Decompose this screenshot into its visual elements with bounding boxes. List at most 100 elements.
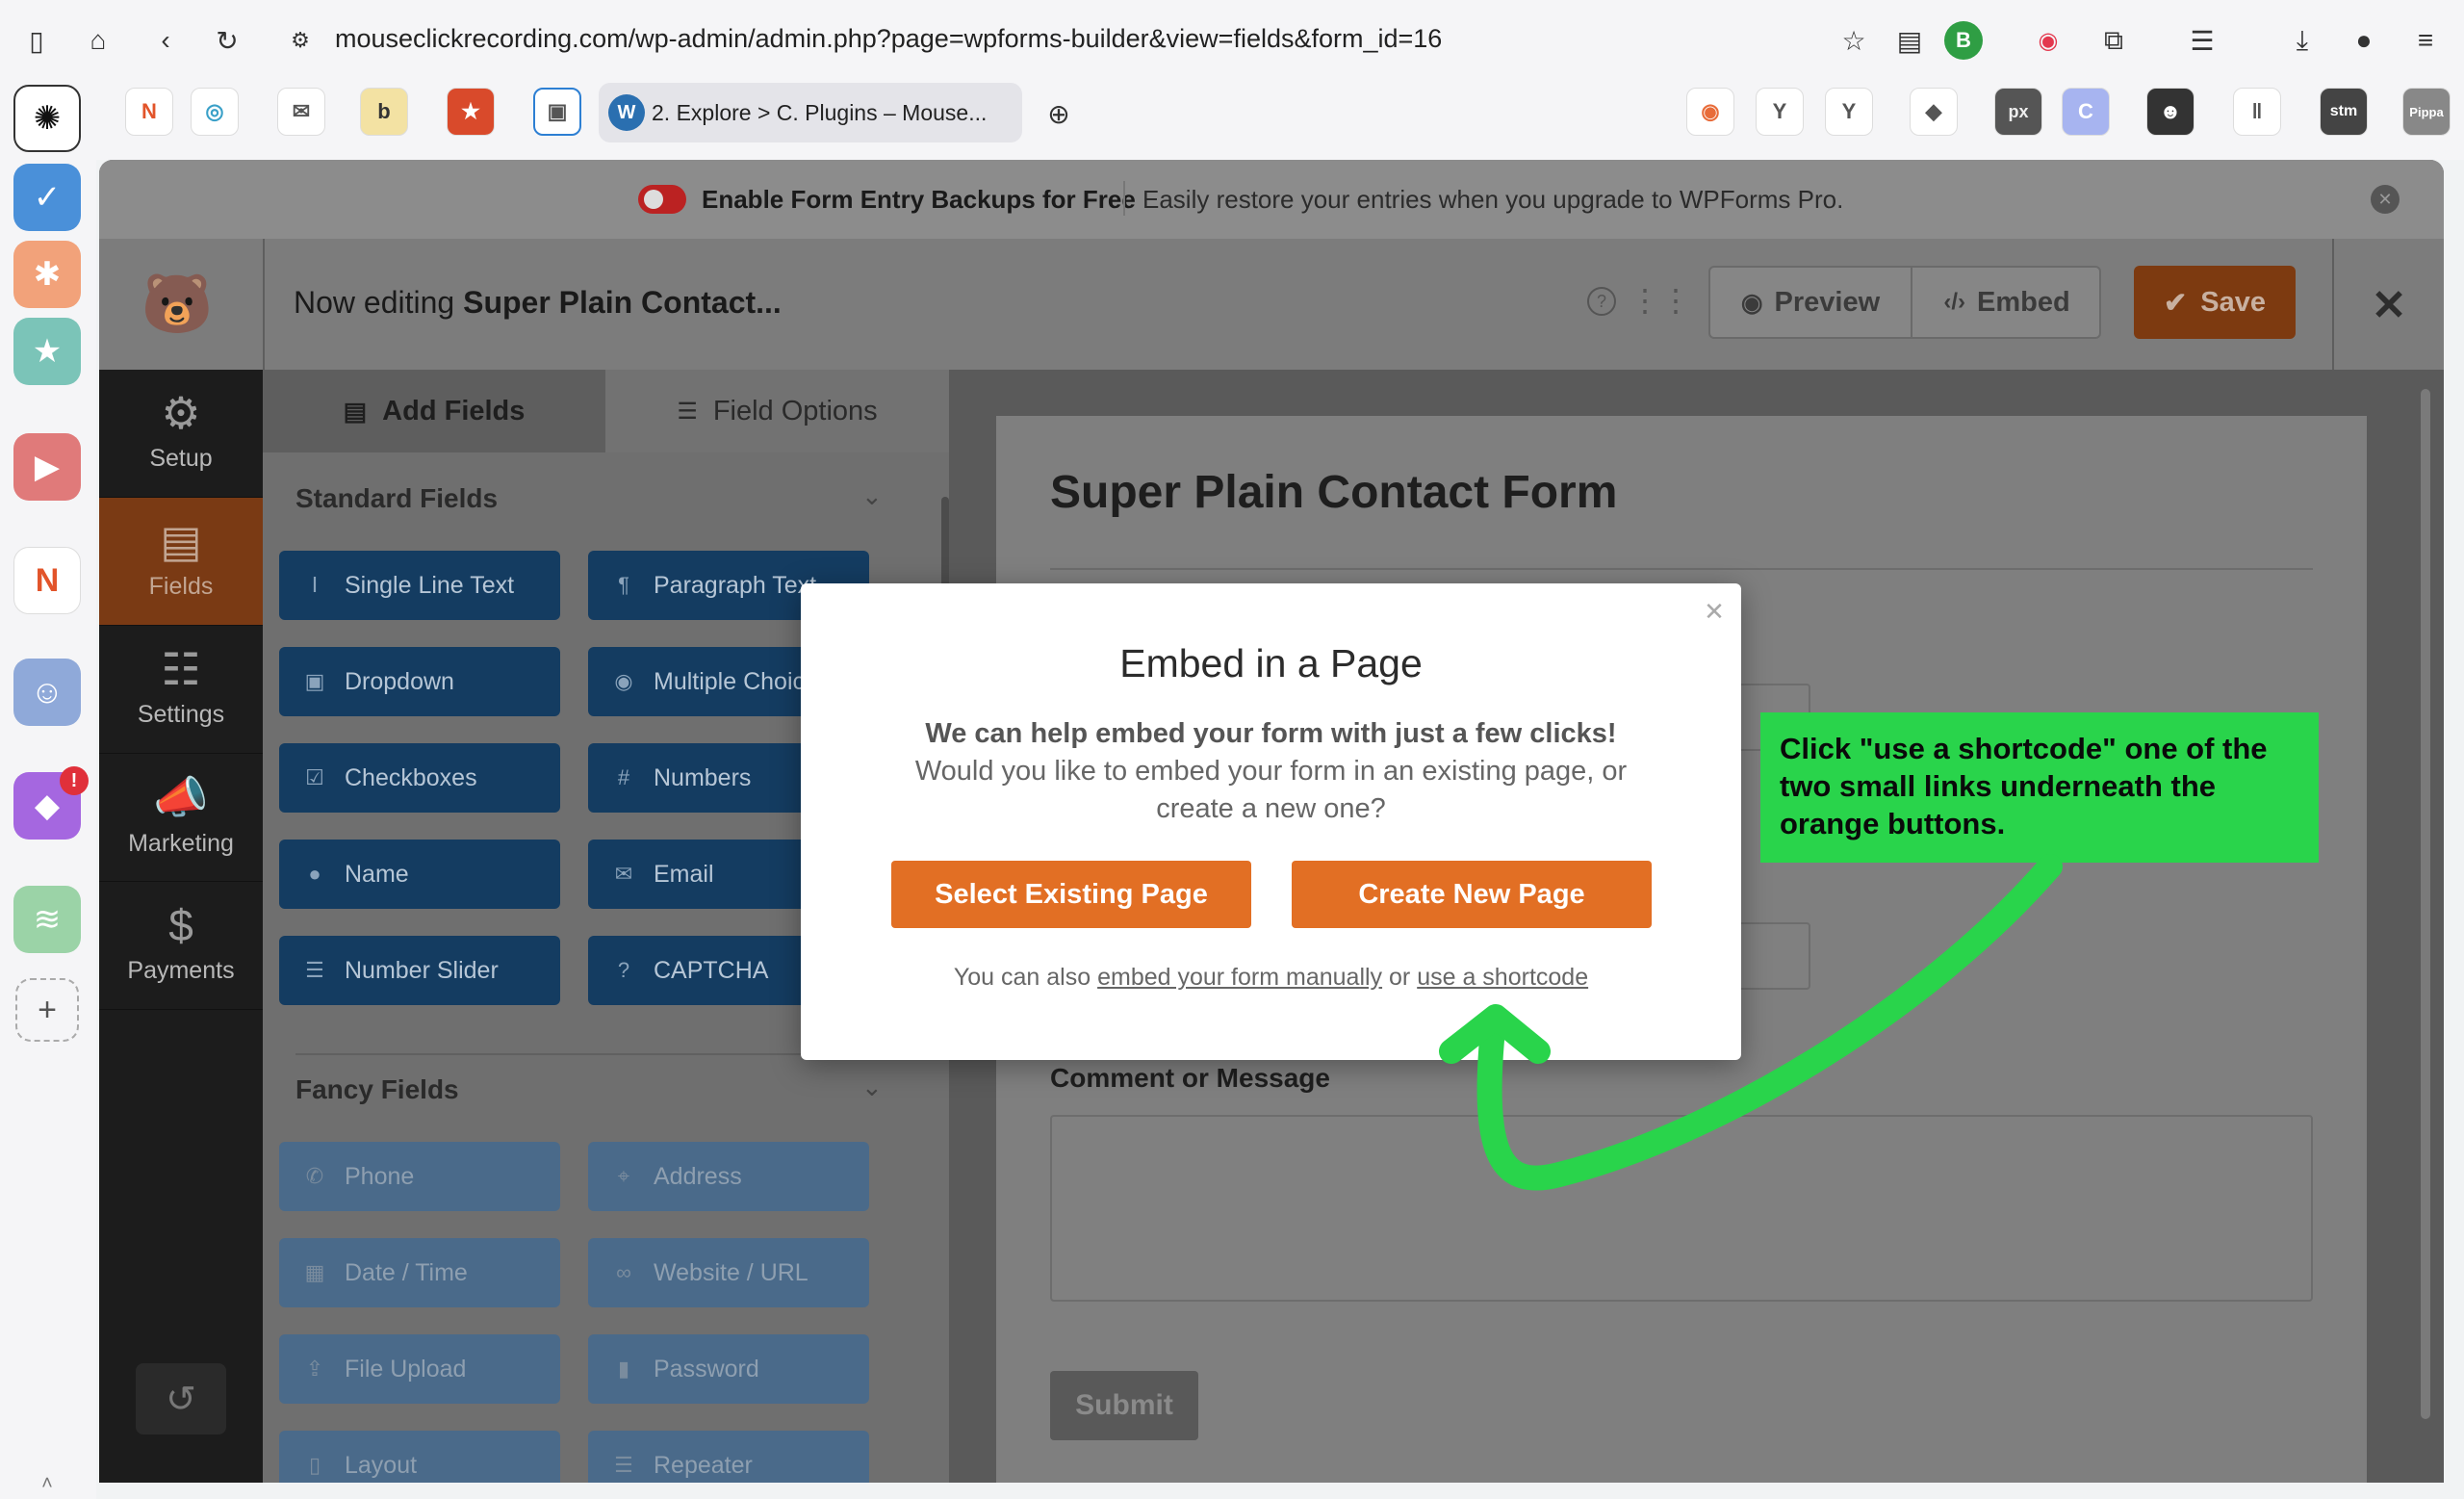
radio-icon: ◉	[614, 669, 633, 693]
embed-button[interactable]: ‹/› Embed	[1912, 268, 2101, 337]
nav-fields[interactable]: ▤ Fields	[99, 498, 263, 626]
pinned-layers-icon[interactable]: ◆	[1910, 88, 1958, 136]
backup-toggle[interactable]	[638, 185, 686, 214]
active-tab[interactable]: W 2. Explore > C. Plugins – Mouse...	[599, 83, 1022, 142]
megaphone-icon: 📣	[153, 772, 209, 822]
save-button[interactable]: ✔ Save	[2134, 266, 2296, 339]
map-pin-icon: ⌖	[617, 1164, 630, 1188]
submit-button[interactable]: Submit	[1050, 1371, 1198, 1440]
extension-ai-icon[interactable]: ◉	[2029, 21, 2067, 60]
pinned-fingerprint-icon[interactable]: ◎	[191, 88, 239, 136]
reload-icon[interactable]: ↻	[208, 21, 246, 60]
panel-scrollbar[interactable]	[941, 497, 949, 593]
modal-close-icon[interactable]: ✕	[1698, 595, 1731, 628]
pinned-game-icon[interactable]: ★	[447, 88, 495, 136]
tab-field-options[interactable]: ☰ Field Options	[605, 370, 949, 452]
revisions-history-icon[interactable]: ↺	[136, 1363, 226, 1434]
chevron-down-icon[interactable]: ⌄	[861, 481, 883, 511]
chevron-up-icon[interactable]: ˄	[35, 1471, 60, 1496]
asterisk-app-icon[interactable]: ✱	[13, 241, 81, 308]
close-builder-icon[interactable]: ✕	[2365, 281, 2413, 329]
pinned-b-icon[interactable]: b	[360, 88, 408, 136]
pinned-ai-icon[interactable]: ◉	[1686, 88, 1734, 136]
person-app-icon[interactable]: ☺	[13, 659, 81, 726]
bookmark-star-icon[interactable]: ☆	[1835, 21, 1873, 60]
field-file-upload[interactable]: ⇪ File Upload	[279, 1334, 560, 1404]
pinned-namecheap-icon[interactable]: N	[125, 88, 173, 136]
extensions-puzzle-icon[interactable]: ⧉	[2094, 21, 2133, 60]
back-icon[interactable]: ‹	[146, 21, 185, 60]
modal-line-3: create a new one?	[1156, 793, 1386, 824]
home-icon[interactable]: ⌂	[79, 21, 117, 60]
pinned-pippa-icon[interactable]: Pippa	[2402, 88, 2451, 136]
new-tab-icon[interactable]: ⊕	[1040, 94, 1078, 133]
preview-scrollbar[interactable]	[2421, 389, 2430, 1419]
notification-badge-icon: !	[60, 766, 89, 795]
sliders-icon: ☷	[161, 644, 201, 694]
download-icon[interactable]: ⤓	[2283, 21, 2322, 60]
browser-toolbar: ▯ ⌂ ‹ ↻ ⚙ mouseclickrecording.com/wp-adm…	[0, 0, 2464, 81]
namecheap-app-icon[interactable]: N	[13, 547, 81, 614]
chatgpt-icon[interactable]: ✺	[13, 85, 81, 152]
star-app-icon[interactable]: ★	[13, 318, 81, 385]
nav-settings[interactable]: ☷ Settings	[99, 626, 263, 754]
preview-label: Preview	[1774, 286, 1881, 318]
field-date-time[interactable]: ▦ Date / Time	[279, 1238, 560, 1307]
pinned-video-icon[interactable]: ▣	[533, 88, 581, 136]
pinned-tool-icon[interactable]: Y	[1756, 88, 1804, 136]
code-icon: ‹/›	[1943, 289, 1965, 315]
field-single-line-text[interactable]: Ⅰ Single Line Text	[279, 551, 560, 620]
sidebar-toggle-icon[interactable]: ▯	[17, 21, 56, 60]
nav-marketing[interactable]: 📣 Marketing	[99, 754, 263, 882]
pinned-cat-icon[interactable]: ☻	[2146, 88, 2194, 136]
field-layout[interactable]: ▯ Layout	[279, 1431, 560, 1483]
preview-button[interactable]: ◉ Preview	[1710, 268, 1911, 337]
menu-icon[interactable]: ≡	[2406, 21, 2445, 60]
field-dropdown[interactable]: ▣ Dropdown	[279, 647, 560, 716]
calendar-icon: ▦	[304, 1260, 325, 1284]
tab-add-fields[interactable]: ▤ Add Fields	[263, 370, 605, 452]
tab-strip-icon[interactable]: ▤	[1890, 21, 1929, 60]
pinned-mail-icon[interactable]: ✉	[277, 88, 325, 136]
field-password[interactable]: ▮ Password	[588, 1334, 869, 1404]
annotation-arrow-icon	[1439, 854, 2063, 1191]
reading-list-icon[interactable]: ☰	[2183, 21, 2221, 60]
sliders-small-icon: ☰	[677, 398, 698, 425]
banner-close-icon[interactable]: ✕	[2371, 185, 2400, 214]
builder-nav: ⚙ Setup ▤ Fields ☷ Settings 📣 Marketing …	[99, 370, 263, 1483]
list-icon: ▤	[343, 396, 368, 426]
nav-setup[interactable]: ⚙ Setup	[99, 370, 263, 498]
comment-label: Comment or Message	[1050, 1063, 1330, 1093]
youtube-app-icon[interactable]: ▶	[13, 433, 81, 501]
field-name[interactable]: ● Name	[279, 840, 560, 909]
pinned-canva-icon[interactable]: C	[2062, 88, 2110, 136]
pinned-tool2-icon[interactable]: Y	[1825, 88, 1873, 136]
modal-line-2: Would you like to embed your form in an …	[914, 756, 1628, 787]
spotify-app-icon[interactable]: ≋	[13, 886, 81, 953]
fields-icon: ▤	[160, 516, 202, 566]
apps-grid-icon[interactable]: ⋮⋮	[1630, 283, 1691, 318]
form-name: Super Plain Contact...	[463, 285, 782, 320]
field-address[interactable]: ⌖ Address	[588, 1142, 869, 1211]
nav-payments[interactable]: $ Payments	[99, 882, 263, 1010]
select-existing-page-button[interactable]: Select Existing Page	[891, 861, 1251, 928]
site-info-icon[interactable]: ⚙	[281, 21, 320, 60]
field-repeater[interactable]: ☰ Repeater	[588, 1431, 869, 1483]
account-icon[interactable]: ●	[2345, 21, 2383, 60]
field-website-url[interactable]: ∞ Website / URL	[588, 1238, 869, 1307]
help-icon[interactable]: ?	[1587, 287, 1616, 316]
chevron-down-icon[interactable]: ⌄	[861, 1073, 883, 1102]
profile-avatar[interactable]: B	[1944, 21, 1983, 60]
pinned-px-icon[interactable]: px	[1994, 88, 2042, 136]
add-app-icon[interactable]: +	[15, 978, 79, 1042]
field-checkboxes[interactable]: ☑ Checkboxes	[279, 743, 560, 813]
pinned-pause-icon[interactable]: ‖	[2233, 88, 2281, 136]
embed-manually-link[interactable]: embed your form manually	[1097, 964, 1382, 991]
field-number-slider[interactable]: ☰ Number Slider	[279, 936, 560, 1005]
phone-icon: ✆	[305, 1164, 324, 1188]
pinned-stm-icon[interactable]: stm	[2320, 88, 2368, 136]
tasks-check-icon[interactable]: ✓	[13, 164, 81, 231]
field-phone[interactable]: ✆ Phone	[279, 1142, 560, 1211]
address-bar[interactable]: mouseclickrecording.com/wp-admin/admin.p…	[335, 24, 1442, 54]
active-tab-title: 2. Explore > C. Plugins – Mouse...	[652, 100, 988, 125]
